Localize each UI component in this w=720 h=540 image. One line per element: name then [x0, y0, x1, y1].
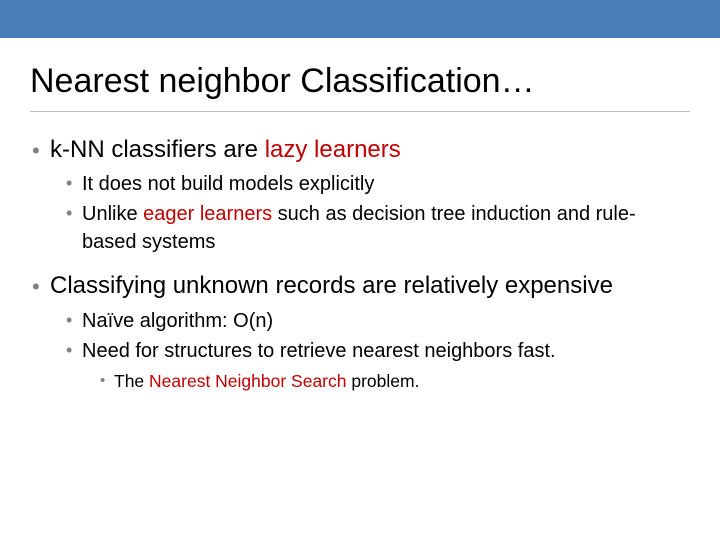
bullet-1b-highlight: eager learners	[143, 203, 272, 225]
bullet-1-highlight: lazy learners	[265, 136, 401, 163]
bullet-2: Classifying unknown records are relative…	[32, 270, 690, 393]
bullet-2b: Need for structures to retrieve nearest …	[66, 337, 690, 394]
bullet-2b-i-pre: The	[114, 371, 149, 391]
accent-bar	[0, 0, 720, 38]
bullet-2-text: Classifying unknown records are relative…	[50, 272, 613, 299]
bullet-2b-text: Need for structures to retrieve nearest …	[82, 340, 556, 362]
bullet-2b-i-highlight: Nearest Neighbor Search	[149, 371, 346, 391]
bullet-1-sublist: It does not build models explicitly Unli…	[50, 170, 690, 256]
bullet-2a: Naïve algorithm: O(n)	[66, 307, 690, 335]
bullet-list: k-NN classifiers are lazy learners It do…	[32, 134, 690, 393]
bullet-1: k-NN classifiers are lazy learners It do…	[32, 134, 690, 256]
bullet-2b-i-post: problem.	[347, 371, 420, 391]
bullet-1b-pre: Unlike	[82, 203, 143, 225]
bullet-1-text-pre: k-NN classifiers are	[50, 136, 265, 163]
bullet-2-sublist: Naïve algorithm: O(n) Need for structure…	[50, 307, 690, 394]
bullet-1b: Unlike eager learners such as decision t…	[66, 200, 690, 256]
bullet-2b-sublist: The Nearest Neighbor Search problem.	[82, 369, 690, 394]
slide-body: Nearest neighbor Classification… k-NN cl…	[0, 62, 720, 393]
title-underline	[30, 111, 690, 112]
bullet-1a: It does not build models explicitly	[66, 170, 690, 198]
bullet-2b-i: The Nearest Neighbor Search problem.	[100, 369, 690, 394]
slide-title: Nearest neighbor Classification…	[30, 62, 690, 101]
